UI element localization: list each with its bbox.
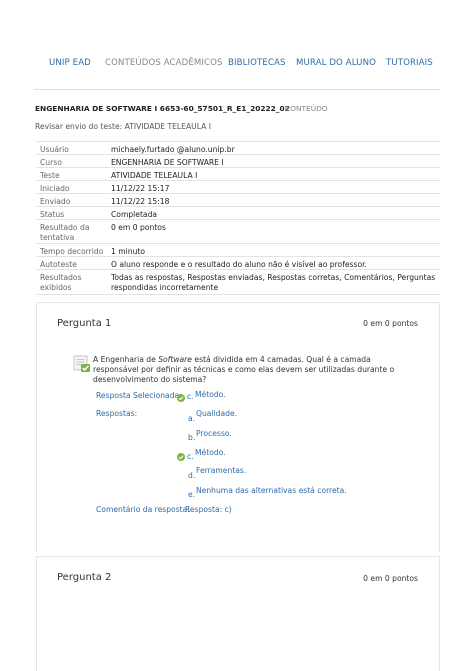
info-label: Resultado da tentativa bbox=[40, 223, 90, 242]
check-icon bbox=[177, 394, 185, 402]
question-text: A Engenharia de Software está dividida e… bbox=[93, 355, 403, 385]
info-row: Resultados exibidos Todas as respostas, … bbox=[36, 269, 440, 294]
info-row: Tempo decorrido 1 minuto bbox=[36, 243, 440, 256]
option-letter: b. bbox=[188, 433, 196, 442]
question-1-panel: Pergunta 1 0 em 0 pontos A Engenharia de… bbox=[36, 302, 440, 552]
option-text: Qualidade. bbox=[196, 409, 238, 418]
option-text: Processo. bbox=[196, 429, 232, 438]
answer-comment-label: Comentário da resposta: bbox=[96, 505, 190, 514]
answers-label: Respostas: bbox=[96, 409, 138, 418]
nav-conteudos-academicos[interactable]: CONTEÚDOS ACADÊMICOS bbox=[105, 58, 223, 68]
info-label: Resultados exibidos bbox=[40, 273, 82, 292]
answer-comment-text: Resposta: c) bbox=[185, 505, 232, 514]
nav-unip-ead[interactable]: UNIP EAD bbox=[49, 58, 91, 68]
breadcrumb-course[interactable]: ENGENHARIA DE SOFTWARE I 6653-60_57501_R… bbox=[35, 104, 290, 113]
option-letter: c. bbox=[187, 452, 194, 461]
selected-answer-text: Método. bbox=[195, 390, 226, 399]
option-text: Ferramentas. bbox=[196, 466, 247, 475]
info-row: Status Completada bbox=[36, 206, 440, 219]
top-nav: UNIP EAD CONTEÚDOS ACADÊMICOS BIBLIOTECA… bbox=[0, 58, 474, 74]
nav-tutoriais[interactable]: TUTORIAIS bbox=[386, 58, 433, 68]
breadcrumb-section[interactable]: CONTEÚDO bbox=[285, 104, 328, 113]
question-text-start: A Engenharia de bbox=[93, 355, 159, 364]
nav-divider bbox=[34, 89, 440, 90]
option-text: Método. bbox=[195, 448, 226, 457]
info-row: Enviado 11/12/22 15:18 bbox=[36, 193, 440, 206]
info-row: Iniciado 11/12/22 15:17 bbox=[36, 180, 440, 193]
correct-answer-icon bbox=[73, 355, 90, 372]
option-letter: e. bbox=[188, 490, 196, 499]
option-letter: a. bbox=[188, 414, 196, 423]
check-icon bbox=[177, 453, 185, 461]
page-title: Revisar envio do teste: ATIVIDADE TELEAU… bbox=[35, 122, 211, 131]
question-score: 0 em 0 pontos bbox=[363, 574, 418, 583]
selected-answer-label: Resposta Selecionada: bbox=[96, 391, 182, 400]
option-text: Nenhuma das alternativas está correta. bbox=[196, 486, 347, 495]
question-title: Pergunta 2 bbox=[57, 572, 112, 583]
nav-bibliotecas[interactable]: BIBLIOTECAS bbox=[228, 58, 286, 68]
info-row: Usuário michaely.furtado @aluno.unip.br bbox=[36, 141, 440, 154]
info-divider bbox=[36, 294, 440, 295]
info-row: Autoteste O aluno responde e o resultado… bbox=[36, 256, 440, 269]
question-2-panel: Pergunta 2 0 em 0 pontos bbox=[36, 556, 440, 671]
info-row: Resultado da tentativa 0 em 0 pontos bbox=[36, 219, 440, 243]
question-score: 0 em 0 pontos bbox=[363, 319, 418, 328]
selected-answer-letter: c. bbox=[187, 392, 194, 401]
nav-mural-do-aluno[interactable]: MURAL DO ALUNO bbox=[296, 58, 376, 68]
question-text-italic: Software bbox=[158, 355, 192, 364]
info-value: Todas as respostas, Respostas enviadas, … bbox=[111, 273, 436, 292]
question-title: Pergunta 1 bbox=[57, 318, 112, 329]
attempt-info-table: Usuário michaely.furtado @aluno.unip.br … bbox=[36, 141, 440, 295]
info-row: Curso ENGENHARIA DE SOFTWARE I bbox=[36, 154, 440, 167]
info-row: Teste ATIVIDADE TELEAULA I bbox=[36, 167, 440, 180]
breadcrumb: ENGENHARIA DE SOFTWARE I 6653-60_57501_R… bbox=[35, 104, 455, 116]
info-value: 0 em 0 pontos bbox=[111, 223, 166, 232]
option-letter: d. bbox=[188, 471, 196, 480]
